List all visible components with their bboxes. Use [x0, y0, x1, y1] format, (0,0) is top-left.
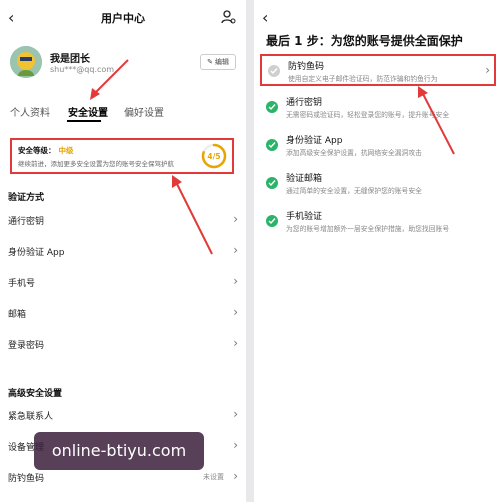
protection-item[interactable]: 通行密钥无需密码或验证码，轻松登录您的账号，提升账号安全: [260, 92, 496, 124]
tab-security[interactable]: 安全设置: [66, 102, 110, 121]
watermark: online-btiyu.com: [34, 432, 204, 470]
verify-method-row[interactable]: 手机号 ›: [8, 274, 238, 292]
back-chevron-icon[interactable]: ‹: [262, 8, 268, 27]
row-label: 身份验证 App: [8, 248, 65, 258]
item-title: 防钓鱼码: [288, 62, 325, 72]
pencil-icon: ✎: [207, 58, 213, 66]
verify-method-row[interactable]: 邮箱 ›: [8, 305, 238, 323]
item-desc: 无需密码或验证码，轻松登录您的账号，提升账号安全: [286, 111, 450, 119]
tab-preferences[interactable]: 偏好设置: [122, 102, 166, 121]
check-circle-icon: [266, 177, 278, 189]
item-title: 身份验证 App: [286, 136, 343, 146]
security-level-label: 安全等级：: [18, 146, 56, 155]
chevron-right-icon: ›: [233, 305, 238, 319]
item-desc: 添加高级安全保护设置，抗网络安全漏洞攻击: [286, 149, 422, 157]
item-title: 手机验证: [286, 212, 323, 222]
security-score-ring: 4/5: [201, 143, 227, 169]
row-label: 登录密码: [8, 341, 45, 351]
verify-method-row[interactable]: 身份验证 App ›: [8, 243, 238, 261]
item-desc: 为您的账号增加额外一层安全保护措施，助您找回账号: [286, 225, 450, 233]
check-circle-icon: [266, 215, 278, 227]
protection-panel: ‹ 最后 1 步：为您的账号提供全面保护 防钓鱼码使用自定义电子邮件验证码，防范…: [254, 0, 500, 502]
active-tab-underline: [67, 120, 101, 122]
chevron-right-icon: ›: [233, 212, 238, 226]
chevron-right-icon: ›: [233, 274, 238, 288]
check-circle-icon: [266, 101, 278, 113]
item-desc: 通过简单的安全设置，无缝保护您的账号安全: [286, 187, 422, 195]
header: ‹ 用户中心: [0, 0, 246, 36]
tab-profile[interactable]: 个人资料: [8, 102, 52, 121]
chevron-right-icon: ›: [233, 336, 238, 350]
profile-card: 我是团长 shu***@qq.com ✎ 编辑: [10, 44, 236, 84]
verify-section-title: 验证方式: [8, 193, 45, 203]
chevron-right-icon: ›: [233, 438, 238, 452]
security-level-desc: 继续前进，添加更多安全设置为您的账号安全保驾护航: [18, 160, 174, 168]
header: ‹: [254, 0, 500, 28]
row-label: 邮箱: [8, 310, 27, 320]
edit-button[interactable]: ✎ 编辑: [200, 54, 236, 70]
page-title: 最后 1 步：为您的账号提供全面保护: [266, 34, 463, 48]
page-title: 用户中心: [101, 12, 145, 25]
check-circle-icon: [268, 65, 280, 77]
settings-tabs: 个人资料 安全设置 偏好设置: [8, 102, 238, 124]
advanced-setting-row[interactable]: 防钓鱼码 未设置 ›: [8, 469, 238, 487]
chevron-right-icon: ›: [233, 407, 238, 421]
row-label: 手机号: [8, 279, 36, 289]
chevron-right-icon: ›: [233, 469, 238, 483]
item-desc: 使用自定义电子邮件验证码，防范诈骗和钓鱼行为: [288, 75, 438, 83]
protection-item[interactable]: 身份验证 App 添加高级安全保护设置，抗网络安全漏洞攻击: [260, 130, 496, 162]
verify-method-row[interactable]: 登录密码 ›: [8, 336, 238, 354]
user-settings-icon[interactable]: [220, 9, 236, 25]
protection-item[interactable]: 防钓鱼码使用自定义电子邮件验证码，防范诈骗和钓鱼行为 ›: [260, 54, 496, 86]
item-title: 通行密钥: [286, 98, 323, 108]
protection-item[interactable]: 验证邮箱通过简单的安全设置，无缝保护您的账号安全: [260, 168, 496, 200]
chevron-right-icon: ›: [485, 63, 490, 77]
row-label: 紧急联系人: [8, 412, 54, 422]
security-level-value: 中级: [58, 146, 74, 155]
profile-email: shu***@qq.com: [50, 65, 115, 74]
security-level-card[interactable]: 安全等级： 中级 继续前进，添加更多安全设置为您的账号安全保驾护航 4/5: [10, 138, 234, 174]
profile-name: 我是团长: [50, 54, 90, 65]
avatar[interactable]: [10, 46, 42, 78]
advanced-section-title: 高级安全设置: [8, 389, 63, 399]
row-label: 防钓鱼码: [8, 474, 45, 484]
chevron-right-icon: ›: [233, 243, 238, 257]
security-score: 4/5: [207, 152, 220, 161]
item-title: 验证邮箱: [286, 174, 323, 184]
user-center-panel: ‹ 用户中心 我是团长 shu***@qq.com ✎ 编辑 个人资料 安全设置 …: [0, 0, 246, 502]
row-label: 通行密钥: [8, 217, 45, 227]
security-level: 安全等级： 中级: [18, 145, 74, 156]
check-circle-icon: [266, 139, 278, 151]
edit-label: 编辑: [215, 58, 229, 66]
advanced-setting-row[interactable]: 紧急联系人 ›: [8, 407, 238, 425]
row-value: 未设置: [203, 473, 224, 481]
verify-method-row[interactable]: 通行密钥 ›: [8, 212, 238, 230]
protection-item[interactable]: 手机验证为您的账号增加额外一层安全保护措施，助您找回账号: [260, 206, 496, 238]
